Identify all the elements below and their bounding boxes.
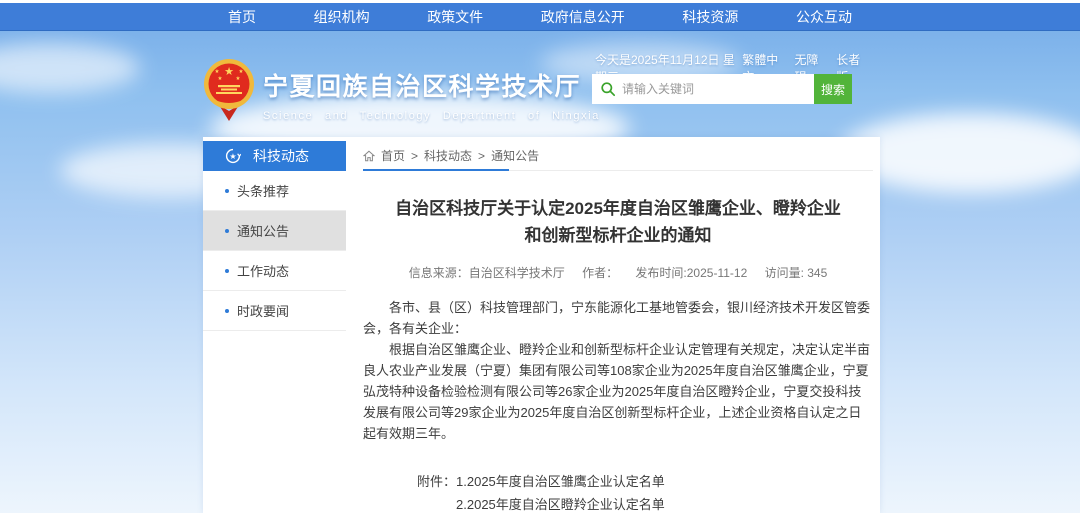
bullet-dot — [225, 229, 229, 233]
site-subtitle: Science and Technology Department of Nin… — [263, 110, 600, 122]
attachment-link-2[interactable]: 2.2025年度自治区瞪羚企业认定名单 — [456, 493, 704, 513]
bullet-dot — [225, 309, 229, 313]
nav-item-home[interactable]: 首页 — [228, 7, 256, 27]
meta-visit-count: 访问量: 345 — [765, 266, 828, 280]
svg-text:★: ★ — [239, 69, 244, 75]
breadcrumb-home[interactable]: 首页 — [381, 147, 405, 164]
bullet-dot — [225, 189, 229, 193]
sidebar-item-label: 时政要闻 — [237, 301, 289, 320]
site-title: 宁夏回族自治区科学技术厅 — [263, 67, 600, 103]
svg-text:★: ★ — [215, 69, 220, 75]
attachment-link-1[interactable]: 1.2025年度自治区雏鹰企业认定名单 — [456, 470, 704, 493]
nav-item-public-interaction[interactable]: 公众互动 — [796, 7, 852, 27]
breadcrumb-tech-news[interactable]: 科技动态 — [424, 147, 472, 164]
cloud — [0, 43, 140, 93]
breadcrumb-active-underline — [363, 169, 509, 171]
sidebar-item-label: 通知公告 — [237, 221, 289, 240]
attachments-section: 附件： 1.2025年度自治区雏鹰企业认定名单 2.2025年度自治区瞪羚企业认… — [417, 470, 873, 513]
nav-item-policy-documents[interactable]: 政策文件 — [427, 7, 483, 27]
meta-publish-time: 发布时间:2025-11-12 — [635, 266, 747, 280]
tech-news-icon: ★ — [225, 148, 241, 164]
nav-item-tech-resources[interactable]: 科技资源 — [682, 7, 738, 27]
meta-source: 信息来源：自治区科学技术厅 — [409, 266, 565, 280]
bullet-dot — [225, 269, 229, 273]
svg-text:★: ★ — [218, 76, 223, 82]
svg-text:★: ★ — [224, 66, 234, 78]
search-button[interactable]: 搜索 — [814, 74, 852, 104]
article-paragraph: 根据自治区雏鹰企业、瞪羚企业和创新型标杆企业认定管理有关规定，决定认定半亩良人农… — [363, 339, 873, 444]
sidebar-item-label: 头条推荐 — [237, 181, 289, 200]
article-title: 自治区科技厅关于认定2025年度自治区雏鹰企业、瞪羚企业 和创新型标杆企业的通知 — [363, 195, 873, 249]
page: 首页 组织机构 政策文件 政府信息公开 科技资源 公众互动 ★ ★ ★ ★ ★ … — [0, 0, 1080, 513]
search-icon — [600, 81, 616, 97]
nav-item-gov-info-disclosure[interactable]: 政府信息公开 — [541, 7, 625, 27]
home-icon — [363, 150, 375, 162]
site-logo[interactable]: ★ ★ ★ ★ ★ 宁夏回族自治区科学技术厅 Science and Techn… — [203, 57, 600, 125]
search-bar: 搜索 — [592, 74, 852, 104]
sidebar-item-notices[interactable]: 通知公告 — [203, 211, 346, 251]
sidebar-item-work-news[interactable]: 工作动态 — [203, 251, 346, 291]
sidebar-item-label: 工作动态 — [237, 261, 289, 280]
top-navigation-bar: 首页 组织机构 政策文件 政府信息公开 科技资源 公众互动 — [0, 3, 1080, 31]
breadcrumb-separator: > — [478, 149, 485, 163]
search-input[interactable] — [592, 74, 814, 104]
content-panel: ★ 科技动态 头条推荐 通知公告 工作动态 时政要闻 — [203, 137, 880, 513]
attachments-label: 附件： — [417, 470, 456, 513]
sidebar-item-headlines[interactable]: 头条推荐 — [203, 171, 346, 211]
article-paragraph: 各市、县（区）科技管理部门，宁东能源化工基地管委会，银川经济技术开发区管委会，各… — [363, 297, 873, 339]
sidebar-title: 科技动态 — [253, 146, 309, 166]
national-emblem-icon: ★ ★ ★ ★ ★ — [203, 57, 255, 125]
sidebar: ★ 科技动态 头条推荐 通知公告 工作动态 时政要闻 — [203, 141, 346, 331]
meta-author: 作者： — [582, 266, 618, 280]
breadcrumb-current[interactable]: 通知公告 — [491, 147, 539, 164]
breadcrumb: 首页 > 科技动态 > 通知公告 — [363, 141, 873, 171]
article-body: 各市、县（区）科技管理部门，宁东能源化工基地管委会，银川经济技术开发区管委会，各… — [363, 297, 873, 444]
svg-text:★: ★ — [229, 152, 236, 161]
sidebar-item-current-politics[interactable]: 时政要闻 — [203, 291, 346, 331]
sidebar-header: ★ 科技动态 — [203, 141, 346, 171]
main-content: 首页 > 科技动态 > 通知公告 自治区科技厅关于认定2025年度自治区雏鹰企业… — [363, 141, 873, 513]
article-meta: 信息来源：自治区科学技术厅 作者： 发布时间:2025-11-12 访问量: 3… — [363, 264, 873, 281]
breadcrumb-separator: > — [411, 149, 418, 163]
svg-text:★: ★ — [236, 76, 241, 82]
nav-item-organization[interactable]: 组织机构 — [314, 7, 370, 27]
